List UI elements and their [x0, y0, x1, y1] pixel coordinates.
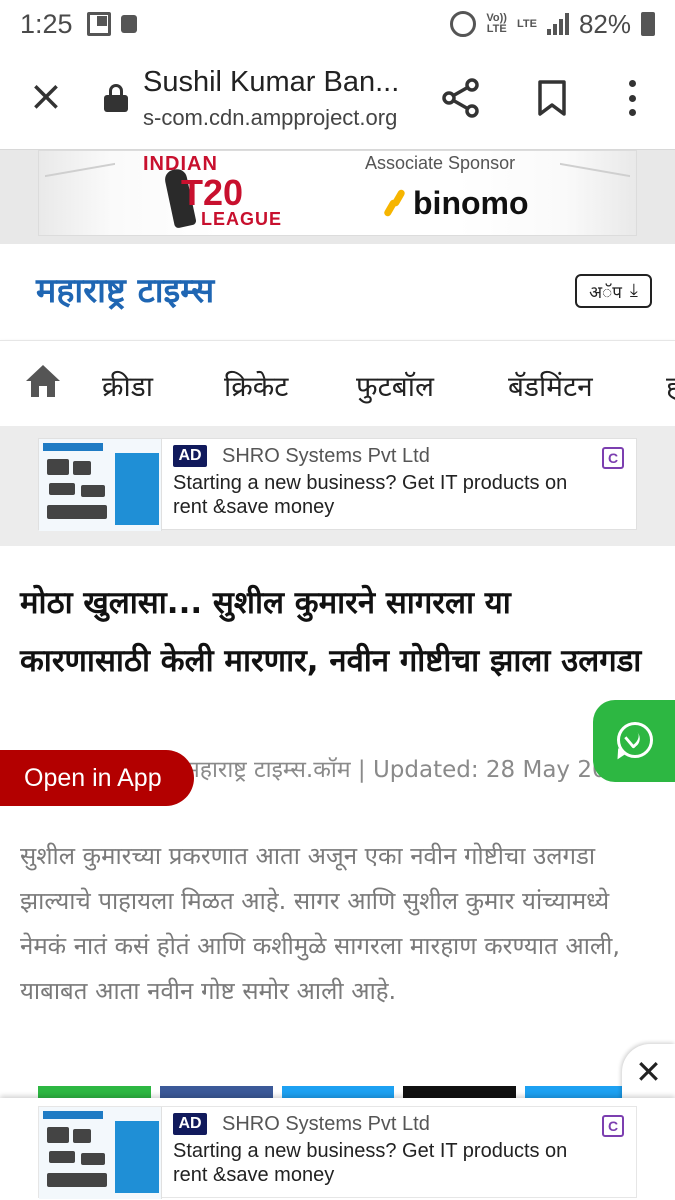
lock-icon[interactable]	[104, 84, 128, 112]
volte-indicator: Vo)) LTE	[486, 12, 507, 35]
sticky-ad-advertiser: SHRO Systems Pvt Ltd	[222, 1113, 430, 1135]
share-icon[interactable]	[442, 78, 480, 118]
app-button-label: अॅप	[589, 282, 622, 303]
status-bar: 1:25 Vo)) LTE LTE 82%	[0, 0, 675, 48]
sticky-ad-tag: AD	[173, 1113, 207, 1135]
nav-item-krida[interactable]: क्रीडा	[102, 367, 153, 405]
lte-indicator: LTE	[516, 17, 537, 30]
associate-sponsor-label: Associate Sponsor	[365, 153, 516, 173]
ad-text: Starting a new business? Get IT products…	[173, 472, 568, 518]
page-title[interactable]: Sushil Kumar Ban...	[143, 66, 413, 99]
flipboard-icon	[86, 12, 111, 36]
binomo-mark-icon	[387, 189, 403, 219]
browser-toolbar: × Sushil Kumar Ban... s-com.cdn.ampproje…	[0, 48, 675, 150]
ad-tag: AD	[173, 445, 207, 467]
page: 1:25 Vo)) LTE LTE 82% × Sushil Kumar Ban.…	[0, 0, 675, 1200]
stadium-left-graphic	[45, 162, 115, 230]
shopping-bag-icon	[120, 15, 137, 33]
binomo-logo: binomo	[387, 185, 529, 222]
close-sticky-ad-icon[interactable]: ✕	[622, 1044, 675, 1100]
article-summary: सुशील कुमारच्या प्रकरणात आता अजून एका नव…	[20, 842, 620, 1005]
close-icon[interactable]: ×	[28, 75, 64, 117]
sticky-ad-thumbnail	[39, 1107, 162, 1199]
league-logo-line3: LEAGUE	[201, 209, 283, 229]
sticky-ad-choices-icon[interactable]: C	[602, 1115, 624, 1137]
sticky-ad-text: Starting a new business? Get IT products…	[173, 1140, 568, 1186]
sticky-ad: AD SHRO Systems Pvt Ltd Starting a new b…	[0, 1098, 675, 1200]
nav-item-badminton[interactable]: बॅडमिंटन	[508, 367, 593, 405]
site-logo[interactable]: महाराष्ट्र टाइम्स	[36, 266, 214, 312]
binomo-wordmark: binomo	[413, 185, 529, 221]
nav-item-cricket[interactable]: क्रिकेट	[224, 367, 288, 405]
league-logo-line2: T20	[181, 172, 244, 213]
category-nav: क्रीडा क्रिकेट फुटबॉल बॅडमिंटन ह	[0, 340, 675, 426]
ad-card[interactable]: AD SHRO Systems Pvt Ltd Starting a new b…	[38, 438, 637, 531]
status-time: 1:25	[20, 8, 73, 39]
whatsapp-share-button[interactable]	[593, 700, 675, 782]
sponsor-banner[interactable]: INDIAN T20 LEAGUE Associate Sponsor bino…	[38, 150, 637, 236]
download-icon: ⤓	[629, 280, 638, 301]
article-headline: मोठा खुलासा... सुशील कुमारने सागरला या क…	[20, 585, 642, 679]
ad-choices-icon[interactable]: C	[602, 447, 624, 469]
masthead: महाराष्ट्र टाइम्स अॅप ⤓	[0, 244, 675, 340]
nav-item-more[interactable]: ह	[666, 367, 675, 405]
home-icon[interactable]	[26, 365, 60, 397]
app-download-button[interactable]: अॅप ⤓	[575, 274, 652, 308]
url-text[interactable]: s-com.cdn.ampproject.org	[143, 105, 413, 131]
article-byline: महाराष्ट्र टाइम्स.कॉम | Updated: 28 May …	[186, 757, 606, 783]
status-right: Vo)) LTE LTE 82%	[450, 9, 655, 40]
nav-item-football[interactable]: फुटबॉल	[356, 367, 434, 405]
bookmark-icon[interactable]	[538, 80, 566, 116]
ad-advertiser: SHRO Systems Pvt Ltd	[222, 445, 430, 467]
battery-percent: 82%	[578, 8, 631, 39]
open-in-app-button[interactable]: Open in App	[0, 750, 194, 806]
alarm-icon	[450, 11, 477, 37]
stadium-right-graphic	[560, 162, 630, 230]
sticky-ad-card[interactable]: AD SHRO Systems Pvt Ltd Starting a new b…	[38, 1106, 637, 1199]
more-options-icon[interactable]	[620, 78, 644, 118]
sponsor-banner-area: INDIAN T20 LEAGUE Associate Sponsor bino…	[0, 150, 675, 244]
signal-icon	[546, 13, 569, 35]
ad-thumbnail	[39, 439, 162, 531]
battery-icon	[641, 12, 655, 36]
ad-area: AD SHRO Systems Pvt Ltd Starting a new b…	[0, 426, 675, 546]
